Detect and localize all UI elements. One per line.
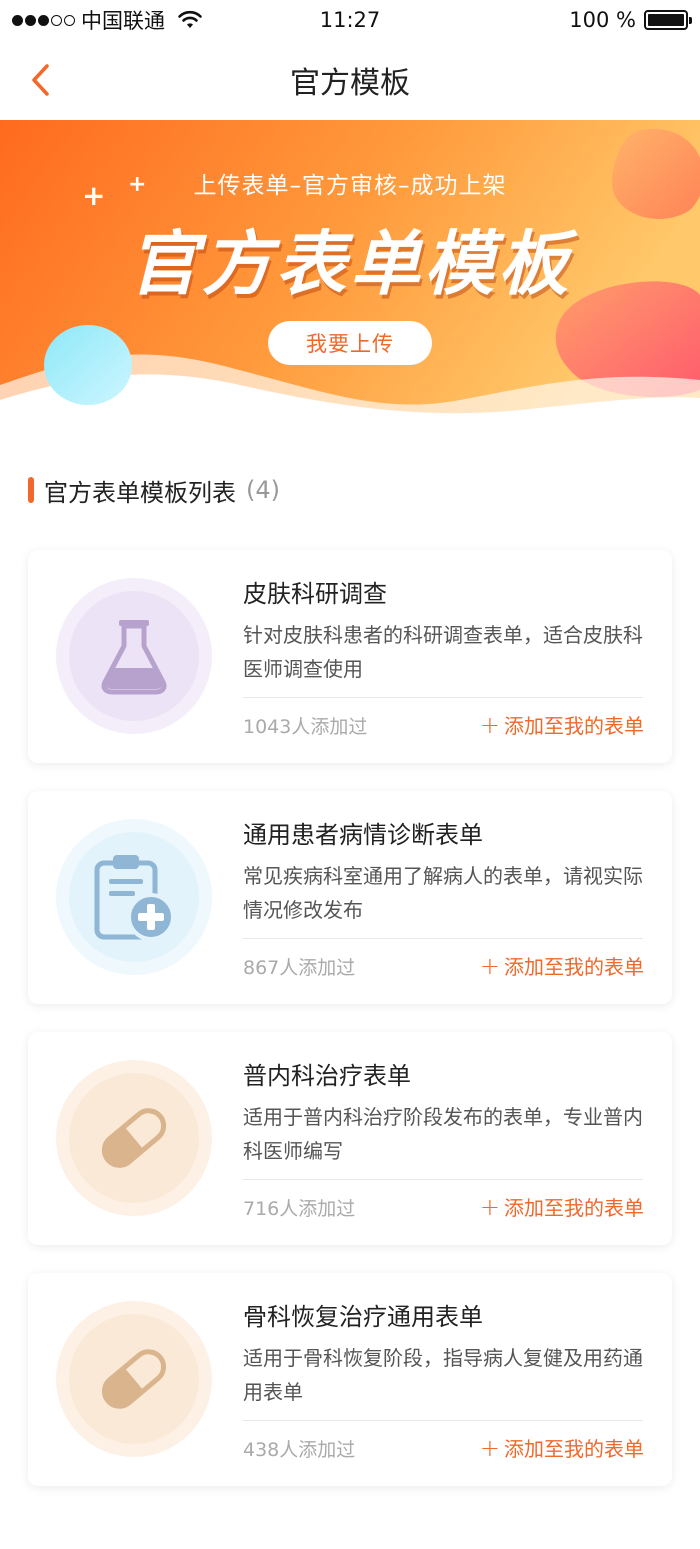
status-bar: 中国联通 11:27 100 % xyxy=(0,0,700,40)
banner: + + 上传表单–官方审核–成功上架 官方表单模板 我要上传 xyxy=(0,120,700,420)
template-card[interactable]: 骨科恢复治疗通用表单 适用于骨科恢复阶段，指导病人复健及用药通用表单 438人添… xyxy=(28,1273,672,1486)
carrier-label: 中国联通 xyxy=(81,9,165,33)
card-add-count: 438人添加过 xyxy=(243,1439,356,1461)
flask-icon xyxy=(101,620,167,695)
section-count: (4) xyxy=(246,476,280,504)
card-icon-circle xyxy=(56,578,212,734)
status-left: 中国联通 xyxy=(12,5,203,35)
card-description: 针对皮肤科患者的科研调查表单，适合皮肤科医师调查使用 xyxy=(243,623,643,681)
pill-capsule-icon xyxy=(101,1349,167,1409)
banner-subtitle: 上传表单–官方审核–成功上架 xyxy=(193,173,507,199)
pill-capsule-icon xyxy=(101,1108,167,1168)
card-description: 适用于骨科恢复阶段，指导病人复健及用药通用表单 xyxy=(243,1346,643,1404)
add-to-my-forms-button[interactable]: + 添加至我的表单 xyxy=(480,951,644,980)
add-label: 添加至我的表单 xyxy=(504,1196,644,1220)
template-card[interactable]: 通用患者病情诊断表单 常见疾病科室通用了解病人的表单，请视实际情况修改发布 86… xyxy=(28,791,672,1004)
wifi-icon xyxy=(178,10,202,28)
plus-icon: + xyxy=(479,951,500,980)
card-title: 皮肤科研调查 xyxy=(243,580,387,608)
card-description: 常见疾病科室通用了解病人的表单，请视实际情况修改发布 xyxy=(243,864,643,922)
plus-icon: + xyxy=(479,710,500,739)
template-card[interactable]: 普内科治疗表单 适用于普内科治疗阶段发布的表单，专业普内科医师编写 716人添加… xyxy=(28,1032,672,1245)
nav-bar: 官方模板 xyxy=(0,40,700,120)
card-add-count: 1043人添加过 xyxy=(243,716,368,738)
status-right: 100 % xyxy=(569,8,692,32)
plus-icon: + xyxy=(479,1433,500,1462)
clipboard-medical-icon xyxy=(94,855,175,941)
battery-icon xyxy=(644,10,692,30)
card-icon-circle xyxy=(56,1060,212,1216)
card-divider xyxy=(243,1179,643,1180)
add-to-my-forms-button[interactable]: + 添加至我的表单 xyxy=(480,710,644,739)
page-title: 官方模板 xyxy=(290,66,410,101)
card-icon-circle xyxy=(56,819,212,975)
section-header: 官方表单模板列表 (4) xyxy=(28,472,280,508)
card-add-count: 867人添加过 xyxy=(243,957,356,979)
plus-icon: + xyxy=(479,1192,500,1221)
card-title: 通用患者病情诊断表单 xyxy=(243,821,483,849)
add-to-my-forms-button[interactable]: + 添加至我的表单 xyxy=(480,1192,644,1221)
add-label: 添加至我的表单 xyxy=(504,955,644,979)
add-label: 添加至我的表单 xyxy=(504,714,644,738)
card-icon-circle xyxy=(56,1301,212,1457)
upload-button[interactable]: 我要上传 xyxy=(268,321,432,365)
chevron-left-icon xyxy=(32,64,49,96)
card-title: 普内科治疗表单 xyxy=(243,1062,411,1090)
card-description: 适用于普内科治疗阶段发布的表单，专业普内科医师编写 xyxy=(243,1105,643,1163)
card-divider xyxy=(243,1420,643,1421)
signal-icon xyxy=(12,14,75,26)
battery-label: 100 % xyxy=(569,8,636,32)
card-title: 骨科恢复治疗通用表单 xyxy=(243,1303,483,1331)
card-divider xyxy=(243,938,643,939)
banner-title: 官方表单模板 xyxy=(128,223,572,305)
section-title: 官方表单模板列表 xyxy=(44,478,236,507)
card-divider xyxy=(243,697,643,698)
card-add-count: 716人添加过 xyxy=(243,1198,356,1220)
template-card[interactable]: 皮肤科研调查 针对皮肤科患者的科研调查表单，适合皮肤科医师调查使用 1043人添… xyxy=(28,550,672,763)
back-button[interactable] xyxy=(20,58,60,102)
add-to-my-forms-button[interactable]: + 添加至我的表单 xyxy=(480,1433,644,1462)
add-label: 添加至我的表单 xyxy=(504,1437,644,1461)
section-accent-bar xyxy=(28,477,34,503)
